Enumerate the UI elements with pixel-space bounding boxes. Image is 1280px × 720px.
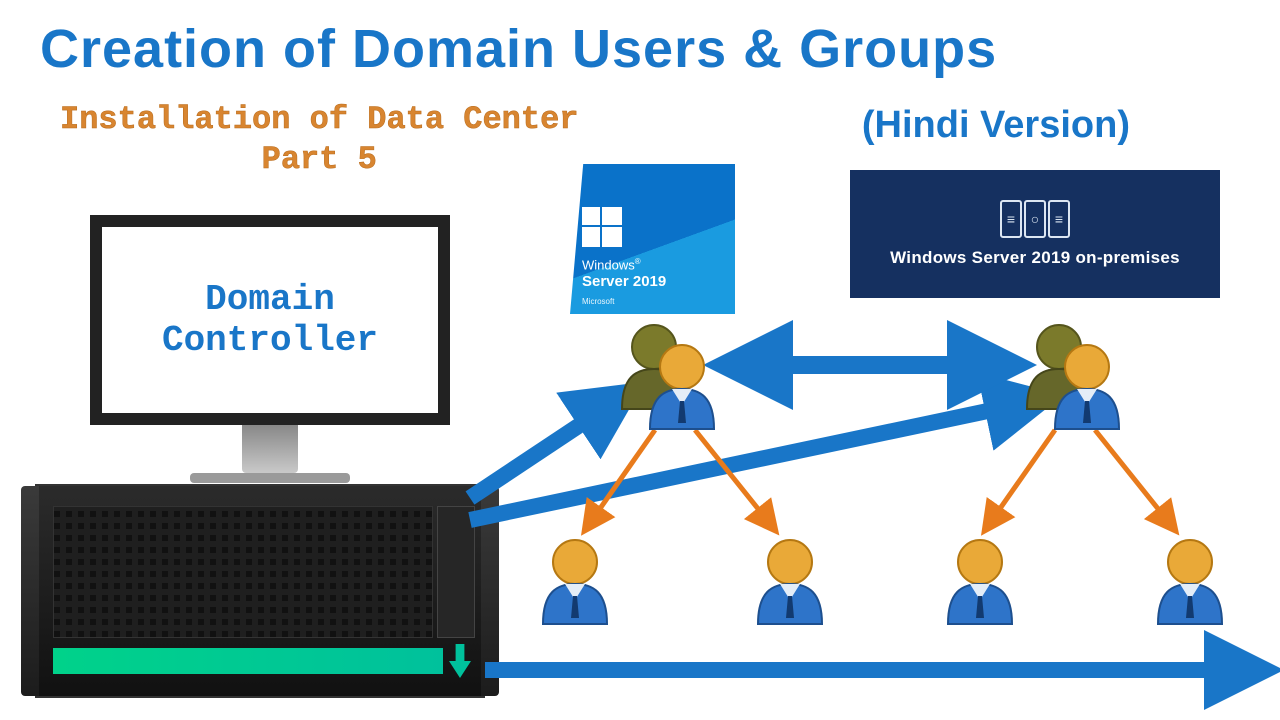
edge-gl-u1 (585, 430, 655, 530)
server-handle-right (481, 486, 499, 696)
server-rack (35, 484, 485, 698)
server-drive-bay (437, 506, 475, 638)
subtitle-line2: Part 5 (262, 141, 377, 178)
subtitle-line1: Installation of Data Center (60, 101, 578, 138)
server-down-arrow-icon (449, 644, 471, 678)
server-led-strip (53, 648, 443, 674)
hindi-version-label: (Hindi Version) (862, 104, 1130, 147)
monitor-label-2: Controller (162, 320, 378, 361)
subtitle: Installation of Data Center Part 5 (60, 100, 578, 180)
page-title: Creation of Domain Users & Groups (40, 18, 997, 80)
monitor-label-1: Domain (205, 279, 335, 320)
group-left-icon (622, 325, 714, 429)
user-4-icon (1158, 540, 1222, 624)
ws-vendor: Microsoft (582, 297, 723, 306)
onprem-server-icon: ≡○≡ (1000, 200, 1070, 238)
edge-gr-u4 (1095, 430, 1175, 530)
ws-brand: Windows (582, 257, 635, 272)
onprem-label: Windows Server 2019 on-premises (890, 248, 1180, 268)
windows-server-box: Windows® Server 2019 Microsoft (570, 164, 735, 314)
monitor: Domain Controller (90, 215, 450, 483)
edge-dc-to-group-left (470, 395, 625, 498)
edge-gl-u2 (695, 430, 775, 530)
monitor-base (190, 473, 350, 483)
server-grille (53, 506, 433, 638)
ws-product: Server 2019 (582, 273, 666, 290)
user-3-icon (948, 540, 1012, 624)
monitor-stand (242, 425, 298, 473)
edge-gr-u3 (985, 430, 1055, 530)
edge-dc-to-group-right (470, 400, 1040, 520)
user-2-icon (758, 540, 822, 624)
server-handle-left (21, 486, 39, 696)
group-right-icon (1027, 325, 1119, 429)
onprem-panel: ≡○≡ Windows Server 2019 on-premises (850, 170, 1220, 298)
monitor-screen: Domain Controller (90, 215, 450, 425)
windows-logo-icon (582, 207, 622, 247)
user-1-icon (543, 540, 607, 624)
